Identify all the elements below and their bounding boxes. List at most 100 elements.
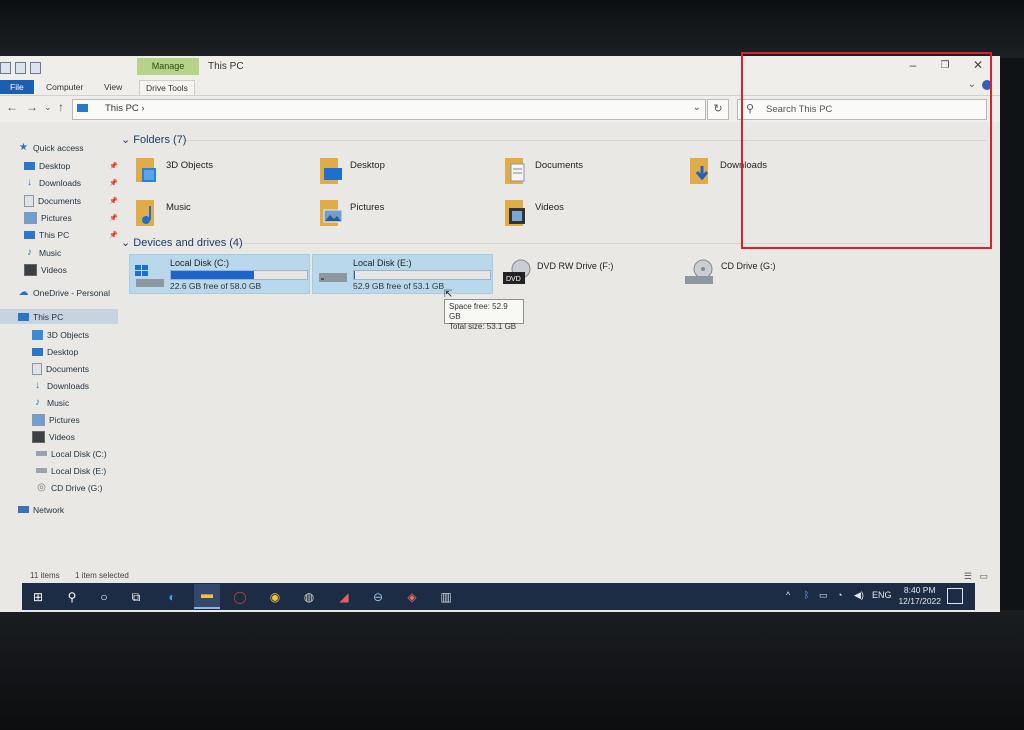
app-icon[interactable]: ◢ [334,587,354,607]
tab-drive-tools[interactable]: Drive Tools [139,80,195,95]
address-bar[interactable]: This PC › ⌄ [72,99,706,120]
volume-icon[interactable]: ◀) [854,590,864,601]
large-icons-view-icon[interactable]: ▭ [979,571,988,582]
back-arrow-icon[interactable]: ← [6,100,18,114]
collapse-chevron-icon: ⌄ [121,237,134,249]
pin-icon[interactable]: 📌 [109,214,118,222]
sidebar-item-downloads-pc[interactable]: ↓ Downloads [32,378,89,393]
drive-usage-bar [170,270,308,280]
language-indicator[interactable]: ENG [872,590,892,600]
clock[interactable]: 8:40 PM 12/17/2022 [898,585,941,607]
wifi-icon[interactable]: ◔ [837,590,842,600]
picture-icon [24,211,37,224]
bluetooth-icon[interactable]: ᛒ [804,590,809,600]
drive-label: Local Disk (E:) [353,258,412,268]
tooltip-space-free: Space free: 52.9 GB [449,302,508,321]
address-dropdown-icon[interactable]: ⌄ [693,102,701,113]
folder-documents[interactable]: Documents [503,156,673,192]
folder-videos[interactable]: Videos [503,198,673,234]
sidebar-item-cd-drive-g[interactable]: ◎ CD Drive (G:) [36,480,102,495]
sidebar-item-label: Desktop [47,346,79,357]
folder-small-icon[interactable] [0,62,11,74]
breadcrumb[interactable]: This PC › [105,103,145,114]
cortana-icon[interactable]: ○ [94,587,114,607]
sidebar-item-onedrive[interactable]: ☁ OneDrive - Personal [18,285,111,300]
sidebar-item-label: Documents [46,363,89,374]
details-view-icon[interactable]: ☰ [964,571,972,582]
file-explorer-icon[interactable]: ▬ [194,584,220,609]
drive-icon [319,273,347,282]
new-folder-icon[interactable] [30,62,41,74]
drive-cd-g[interactable]: CD Drive (G:) [681,254,861,292]
drive-local-disk-e[interactable]: Local Disk (E:) 52.9 GB free of 53.1 GB [312,254,493,294]
sidebar-item-documents-pc[interactable]: Documents [32,361,89,376]
media-player-icon[interactable]: ◍ [299,587,319,607]
sidebar-item-documents[interactable]: Documents 📌 [24,193,118,208]
drive-label: CD Drive (G:) [721,261,776,271]
recent-locations-chevron-icon[interactable]: ⌄ [44,102,52,113]
forward-arrow-icon[interactable]: → [26,100,38,114]
sidebar-item-pictures[interactable]: Pictures 📌 [24,210,118,225]
search-icon[interactable]: ⚲ [62,587,82,607]
sidebar-item-local-disk-e[interactable]: Local Disk (E:) [36,463,106,478]
tab-file[interactable]: File [0,80,34,94]
clock-date: 12/17/2022 [898,596,941,606]
monitor-bezel-bottom [0,610,1024,730]
sidebar-item-label: This PC [39,229,70,240]
drive-usage-fill [171,271,254,279]
refresh-button[interactable]: ↻ [707,99,729,120]
sidebar-item-network[interactable]: Network [18,502,64,517]
drive-icon [36,468,47,473]
up-arrow-icon[interactable]: ↑ [58,100,64,114]
sidebar-item-music[interactable]: ♪ Music [24,245,61,260]
tool-app-icon[interactable]: ▥ [436,587,456,607]
sidebar-item-3d-objects[interactable]: 3D Objects [32,327,89,342]
sidebar-item-desktop[interactable]: Desktop 📌 [24,158,118,173]
sidebar-item-videos[interactable]: Videos [24,262,67,277]
sidebar-item-local-disk-c[interactable]: Local Disk (C:) [36,446,107,461]
sidebar-item-label: Downloads [47,380,90,391]
sidebar-item-music-pc[interactable]: ♪ Music [32,395,69,410]
red-app-icon[interactable]: ◈ [402,587,422,607]
sidebar-item-label: Local Disk (E:) [51,465,107,476]
pin-icon[interactable]: 📌 [109,197,118,205]
devices-section-header[interactable]: ⌄ Devices and drives (4) [121,236,243,249]
sidebar-item-label: Music [47,397,70,408]
manage-context-tab[interactable]: Manage [137,58,199,75]
notification-center-icon[interactable] [947,588,963,604]
devices-heading: Devices and drives (4) [133,237,243,249]
sidebar-item-downloads[interactable]: ↓ Downloads 📌 [24,175,118,190]
download-arrow-icon: ↓ [35,379,40,391]
edge-icon[interactable]: ◐ [162,587,182,607]
chrome-icon[interactable]: ◉ [265,587,285,607]
drive-usage-fill [354,271,355,279]
pin-icon[interactable]: 📌 [109,179,118,187]
drive-local-disk-c[interactable]: Local Disk (C:) 22.6 GB free of 58.0 GB [129,254,310,294]
sidebar-item-pictures-pc[interactable]: Pictures [32,412,80,427]
folders-section-header[interactable]: ⌄ Folders (7) [121,133,186,146]
tab-computer[interactable]: Computer [40,80,89,94]
chat-app-icon[interactable]: ⊖ [368,587,388,607]
sidebar-item-this-pc-quick[interactable]: This PC 📌 [24,227,118,242]
tab-view[interactable]: View [98,80,128,94]
opera-icon[interactable]: ◯ [230,587,250,607]
folder-desktop[interactable]: Desktop [318,156,488,192]
pin-icon[interactable]: 📌 [109,162,118,170]
folder-3d-objects[interactable]: 3D Objects [134,156,304,192]
task-view-icon[interactable]: ⧉ [126,587,146,607]
cloud-icon: ☁ [18,286,29,298]
folder-pictures[interactable]: Pictures [318,198,488,234]
windows-start-icon[interactable]: ⊞ [28,587,48,607]
sidebar-item-desktop-pc[interactable]: Desktop [32,344,78,359]
cd-icon: ◎ [37,481,46,493]
sidebar-item-label: Pictures [41,212,72,223]
drive-dvd-rw-f[interactable]: DVD DVD RW Drive (F:) [497,254,677,292]
sidebar-item-this-pc[interactable]: This PC [0,309,118,324]
sidebar-item-videos-pc[interactable]: Videos [32,429,75,444]
show-hidden-icons-chevron[interactable]: ^ [786,590,790,600]
properties-icon[interactable] [15,62,26,74]
pin-icon[interactable]: 📌 [109,231,118,239]
sidebar-item-quick-access[interactable]: ★ Quick access [18,140,84,155]
folder-music[interactable]: Music [134,198,304,234]
battery-icon[interactable]: ▭ [819,590,828,601]
